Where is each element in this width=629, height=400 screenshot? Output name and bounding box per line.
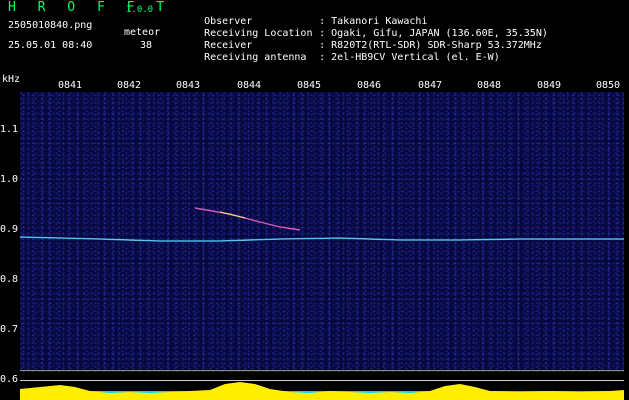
info-row-antenna: Receiving antenna : 2el-HB9CV Vertical (e… (180, 40, 500, 76)
time-tick: 0845 (296, 80, 322, 91)
signal-activity-strip (20, 382, 624, 400)
info-label: Receiving antenna (204, 52, 307, 63)
hrofft-window: H R O F F T 1.0.0 2505010840.png 25.05.0… (0, 0, 629, 400)
time-tick: 0848 (476, 80, 502, 91)
frequency-tick: 0.6 (0, 374, 19, 385)
meteor-count-label: meteor (124, 27, 161, 38)
frequency-tick: 0.7 (0, 324, 19, 335)
time-tick: 0844 (236, 80, 262, 91)
meteor-echo-trace (194, 207, 301, 231)
time-tick: 0841 (57, 80, 83, 91)
frequency-tick: 0.8 (0, 274, 19, 285)
frequency-unit-label: kHz (2, 74, 21, 85)
meteor-echo-core (219, 211, 246, 219)
spectrogram-plot (20, 92, 624, 372)
time-tick: 0849 (536, 80, 562, 91)
time-tick: 0842 (116, 80, 142, 91)
time-tick: 0843 (175, 80, 201, 91)
frequency-tick: 1.0 (0, 174, 19, 185)
time-tick: 0850 (595, 80, 621, 91)
image-filename: 2505010840.png (8, 20, 93, 31)
time-tick: 0846 (356, 80, 382, 91)
capture-datetime: 25.05.01 08:40 (8, 40, 93, 51)
frequency-tick: 0.9 (0, 224, 19, 235)
app-version: 1.0.0 (126, 5, 154, 15)
meteor-count-value: 38 (140, 40, 153, 51)
frequency-tick: 1.1 (0, 124, 19, 135)
time-tick: 0847 (417, 80, 443, 91)
info-value: : 2el-HB9CV Vertical (el. E-W) (319, 52, 500, 63)
spectrogram-traces (20, 207, 624, 242)
plot-divider (20, 370, 624, 371)
